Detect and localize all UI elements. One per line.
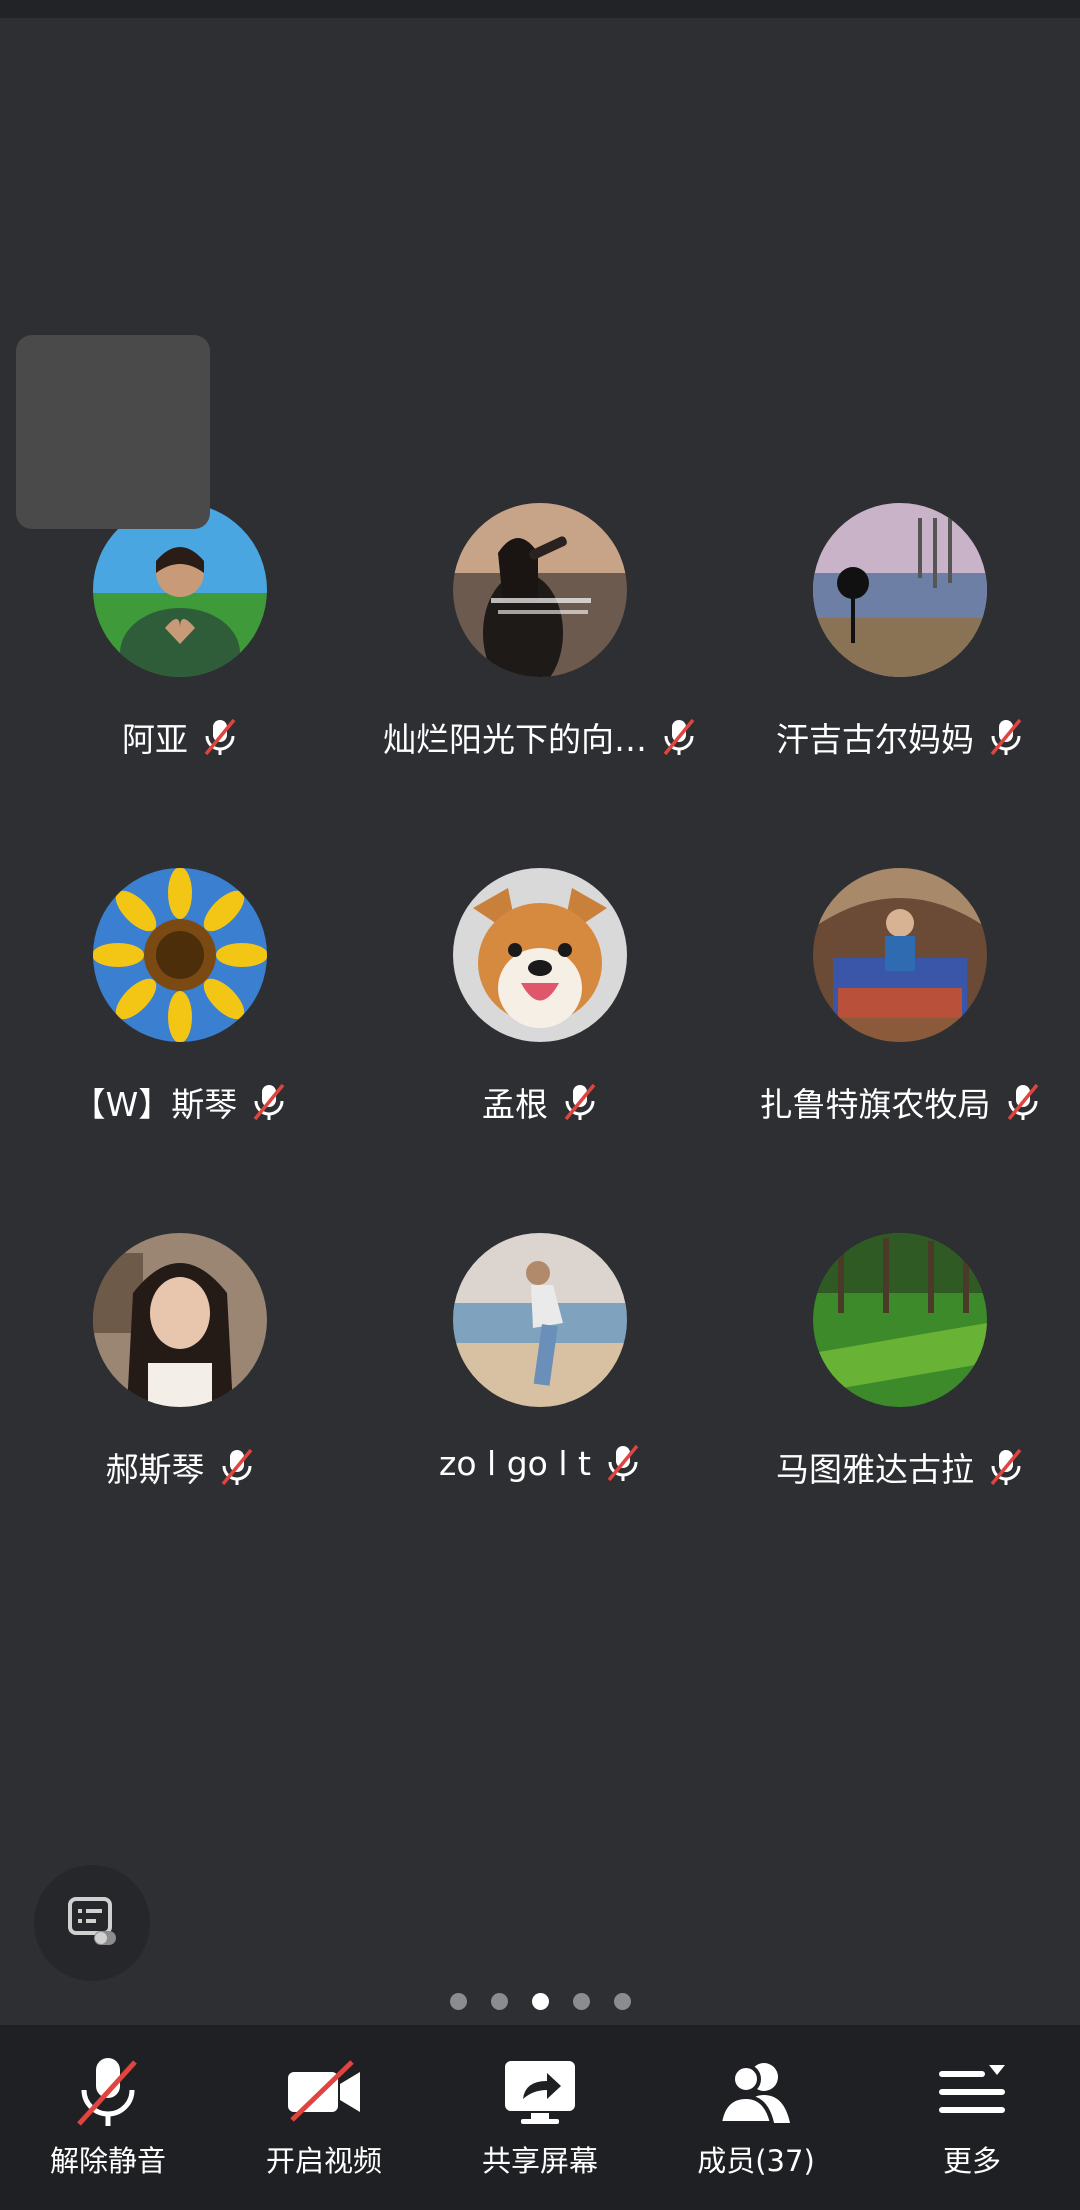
mic-muted-icon	[1005, 1082, 1041, 1122]
start-video-label: 开启视频	[265, 2144, 382, 2178]
bottom-toolbar: 解除静音 开启视频 共享屏幕 成员(37) 更多	[0, 2025, 1080, 2210]
participant-tile[interactable]: 阿亚	[0, 503, 360, 833]
unmute-button[interactable]: 解除静音	[8, 2025, 208, 2180]
participant-name: 阿亚	[122, 720, 188, 759]
mic-muted-icon	[251, 1082, 287, 1122]
page-dot[interactable]	[613, 1993, 631, 2010]
page-dot[interactable]	[449, 1993, 467, 2010]
participant-tile[interactable]: 郝斯琴	[0, 1233, 360, 1563]
avatar	[813, 1233, 987, 1407]
subtitle-icon	[64, 1893, 120, 1953]
participant-tile[interactable]: 孟根	[360, 868, 720, 1198]
mic-muted-icon	[988, 1447, 1024, 1487]
start-video-button[interactable]: 开启视频	[224, 2025, 424, 2180]
avatar	[93, 1233, 267, 1407]
avatar	[93, 503, 267, 677]
members-icon	[711, 2052, 801, 2132]
more-label: 更多	[942, 2144, 1001, 2178]
participant-name: zo l go l t	[439, 1443, 591, 1483]
page-dot[interactable]	[490, 1993, 508, 2010]
participant-tile[interactable]: zo l go l t	[360, 1233, 720, 1563]
more-menu-icon	[927, 2052, 1017, 2132]
participant-name: 孟根	[482, 1085, 548, 1124]
participant-name: 郝斯琴	[105, 1450, 205, 1489]
share-screen-icon	[495, 2052, 585, 2132]
participant-name: 汗吉古尔妈妈	[776, 720, 974, 759]
status-strip	[0, 0, 1080, 18]
share-screen-label: 共享屏幕	[481, 2144, 598, 2178]
unmute-label: 解除静音	[49, 2144, 166, 2178]
members-button[interactable]: 成员(37)	[656, 2025, 856, 2180]
mic-muted-icon	[219, 1447, 255, 1487]
avatar	[813, 868, 987, 1042]
members-label: 成员(37)	[697, 2144, 815, 2178]
mic-muted-icon	[202, 717, 238, 757]
participant-tile[interactable]: 扎鲁特旗农牧局	[720, 868, 1080, 1198]
share-screen-button[interactable]: 共享屏幕	[440, 2025, 640, 2180]
participant-tile[interactable]: 灿烂阳光下的向…	[360, 503, 720, 833]
avatar	[453, 868, 627, 1042]
mic-muted-icon	[661, 717, 697, 757]
subtitle-toggle-button[interactable]	[34, 1865, 150, 1981]
mic-off-icon	[63, 2052, 153, 2132]
avatar	[453, 503, 627, 677]
avatar	[813, 503, 987, 677]
more-button[interactable]: 更多	[872, 2025, 1072, 2180]
mic-muted-icon	[562, 1082, 598, 1122]
participant-name: 灿烂阳光下的向…	[383, 720, 647, 759]
page-indicator	[0, 1993, 1080, 2010]
self-video-preview[interactable]	[16, 335, 210, 529]
mic-muted-icon	[988, 717, 1024, 757]
mic-muted-icon	[605, 1443, 641, 1483]
avatar	[453, 1233, 627, 1407]
participant-name: 马图雅达古拉	[776, 1450, 974, 1489]
page-dot-active[interactable]	[531, 1993, 549, 2010]
participant-tile[interactable]: 马图雅达古拉	[720, 1233, 1080, 1563]
participant-name: 扎鲁特旗农牧局	[759, 1085, 991, 1124]
participant-tile[interactable]: 【W】斯琴	[0, 868, 360, 1198]
camera-off-icon	[279, 2052, 369, 2132]
avatar	[93, 868, 267, 1042]
participant-tile[interactable]: 汗吉古尔妈妈	[720, 503, 1080, 833]
page-dot[interactable]	[572, 1993, 590, 2010]
participant-name: 【W】斯琴	[72, 1085, 238, 1124]
